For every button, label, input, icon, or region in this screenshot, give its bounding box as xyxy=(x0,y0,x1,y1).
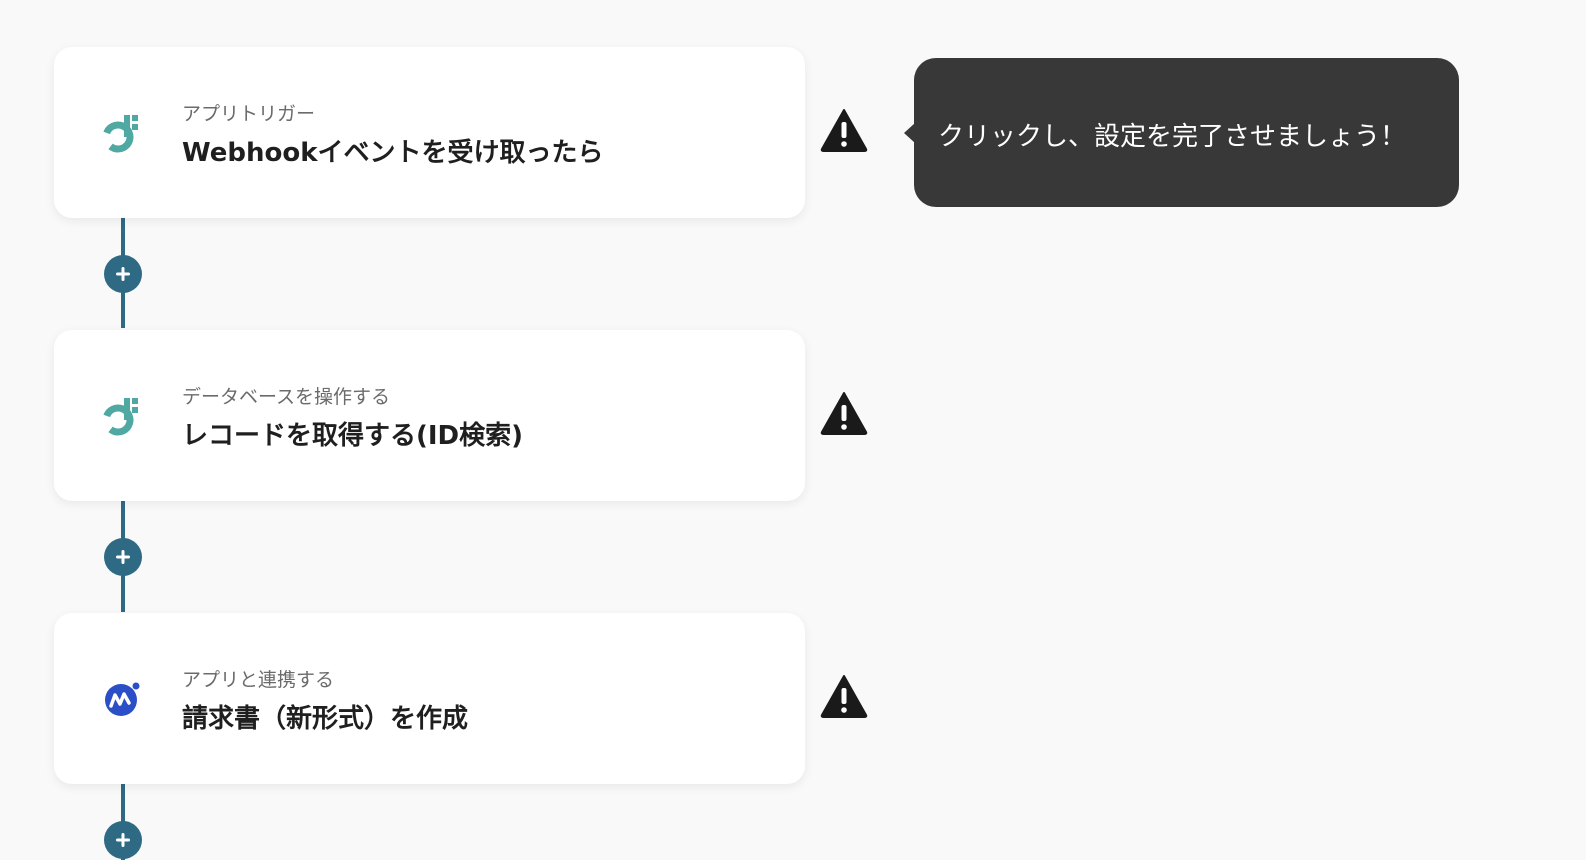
money-forward-icon xyxy=(98,673,148,723)
step-card-get-record[interactable]: データベースを操作する レコードを取得する(ID検索) xyxy=(54,330,805,501)
warning-icon[interactable] xyxy=(820,674,868,718)
setup-tooltip: クリックし、設定を完了させましょう！ xyxy=(904,58,1459,207)
add-step-button[interactable] xyxy=(104,538,142,576)
add-step-button[interactable] xyxy=(104,821,142,859)
yoom-database-icon xyxy=(98,107,148,157)
plus-icon xyxy=(116,267,130,281)
step-card-create-invoice[interactable]: アプリと連携する 請求書（新形式）を作成 xyxy=(54,613,805,784)
step-subtitle: アプリと連携する xyxy=(182,669,335,691)
step-title: Webhookイベントを受け取ったら xyxy=(182,138,604,168)
workflow-canvas: アプリトリガー Webhookイベントを受け取ったら データベースを操作する レ… xyxy=(0,0,1586,860)
step-subtitle: アプリトリガー xyxy=(182,103,316,125)
add-step-button[interactable] xyxy=(104,255,142,293)
plus-icon xyxy=(116,550,130,564)
yoom-database-icon xyxy=(98,390,148,440)
step-subtitle: データベースを操作する xyxy=(182,386,391,408)
step-title: 請求書（新形式）を作成 xyxy=(182,704,469,734)
tooltip-text: クリックし、設定を完了させましょう！ xyxy=(938,122,1407,152)
step-card-webhook-trigger[interactable]: アプリトリガー Webhookイベントを受け取ったら xyxy=(54,47,805,218)
plus-icon xyxy=(116,833,130,847)
warning-icon[interactable] xyxy=(820,108,868,152)
step-title: レコードを取得する(ID検索) xyxy=(182,421,524,451)
warning-icon[interactable] xyxy=(820,391,868,435)
